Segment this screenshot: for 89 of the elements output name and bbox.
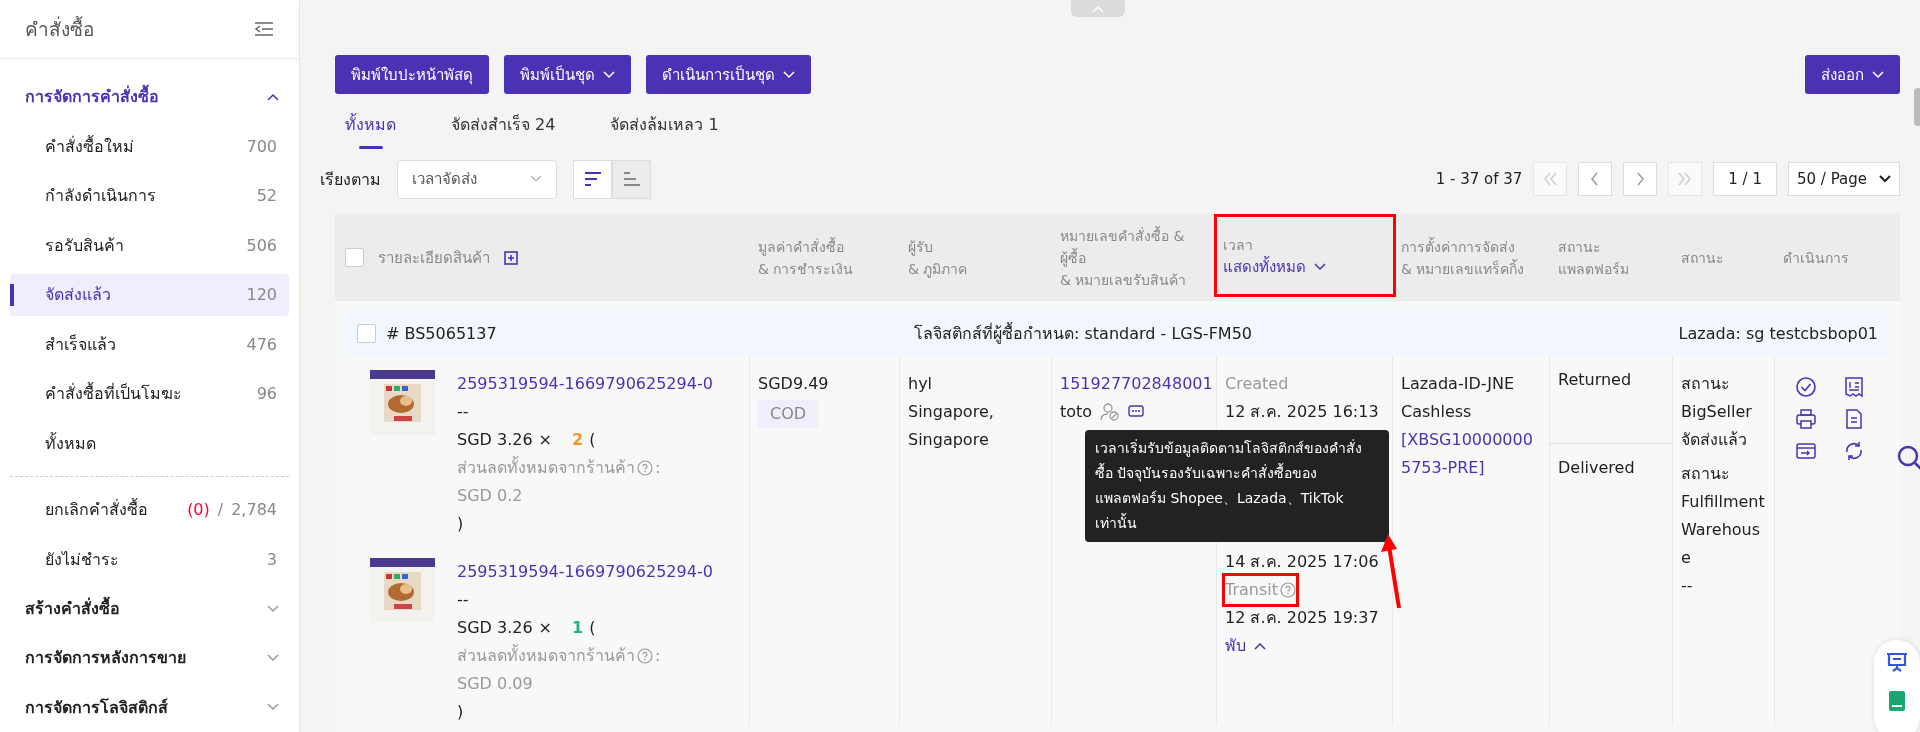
multiply-sign: × — [538, 429, 552, 451]
event-time: 12 ส.ค. 2025 16:13 — [1225, 401, 1380, 423]
sidebar-item[interactable]: จัดส่งแล้ว 120 — [10, 274, 289, 316]
toolbar-button[interactable]: ดำเนินการเป็นชุด — [646, 55, 811, 94]
item-count: 96 — [256, 384, 277, 404]
tooltip: เวลาเริ่มรับข้อมูลติดตามโลจิสติกส์ของคำสั่งซื้อ ปัจจุบันรองรับเฉพาะคำสั่งซื้อของแพลตฟอร์ม Shopee、Lazada、TikTok เท่านั้น — [1085, 430, 1389, 542]
status-value: -- — [1681, 575, 1694, 597]
menu-group[interactable]: การจัดการหลังการขาย — [0, 633, 299, 683]
event-label: Transit — [1225, 576, 1296, 604]
sidebar-item[interactable]: สำเร็จแล้ว 476 — [10, 323, 289, 365]
multiply-sign: × — [538, 617, 552, 639]
platform-status: Delivered — [1557, 457, 1636, 479]
sku-link[interactable]: 2595319594-1669790625294-0 — [457, 558, 713, 586]
column-header: หมายเลขคำสั่งซื้อ & ผู้ซื้อ & หมายเลขรับสินค้า — [1059, 225, 1188, 290]
sort-label: เรียงตาม — [320, 168, 381, 191]
status-value: จัดส่งแล้ว — [1681, 429, 1748, 451]
sidebar-item[interactable]: คำสั่งซื้อที่เป็นโมฆะ 96 — [10, 373, 289, 415]
page-range: 1 - 37 of 37 — [1435, 170, 1523, 188]
order-value: SGD9.49 — [758, 373, 830, 395]
tab[interactable]: ทั้งหมด — [345, 106, 396, 149]
bracket: ( — [589, 617, 596, 639]
item-count: 120 — [246, 285, 277, 305]
export-button[interactable]: ส่งออก — [1805, 55, 1900, 94]
sidebar-title: คำสั่งซื้อ — [25, 15, 94, 43]
collapse-link[interactable]: พับ — [1225, 632, 1384, 660]
column-header: การตั้งค่าการจัดส่ง & หมายเลขแทร็คกิ้ง — [1400, 236, 1526, 279]
buyer-name: toto — [1060, 401, 1093, 423]
sidebar-item[interactable]: รอรับสินค้า 506 — [10, 224, 289, 267]
status-label: สถานะ Fulfillment Warehouse — [1681, 463, 1766, 569]
colon: : — [655, 457, 661, 479]
sidebar-item[interactable]: ยกเลิกคำสั่งซื้อ (0) / 2,784 — [10, 488, 289, 531]
store-name: Lazada: sg testcbsbop01 — [1678, 324, 1878, 343]
filter-dropdown[interactable]: แสดงทั้งหมด — [1223, 255, 1393, 278]
sidebar-item[interactable]: คำสั่งซื้อใหม่ 700 — [10, 125, 289, 168]
unit-price: SGD 3.26 — [457, 429, 533, 451]
discount-label: ส่วนลดทั้งหมดจากร้านค้า — [457, 643, 635, 667]
item-count: 506 — [246, 235, 277, 255]
toolbar-button[interactable]: พิมพ์ใบปะหน้าพัสดุ — [335, 55, 489, 94]
event-time: 14 ส.ค. 2025 17:06 — [1225, 551, 1380, 573]
carrier-name: Lazada-ID-JNE Cashless — [1401, 373, 1516, 423]
menu-group[interactable]: การจัดการโลจิสติกส์ — [0, 682, 299, 732]
column-header: มูลค่าคำสั่งซื้อ & การชำระเงิน — [757, 236, 855, 279]
tab[interactable]: จัดส่งล้มเหลว 1 — [610, 106, 719, 149]
column-header: รายละเอียดสินค้า — [378, 247, 490, 269]
variant-text: -- — [457, 589, 470, 611]
payment-tag: COD — [758, 400, 819, 428]
item-count: 476 — [246, 334, 277, 354]
quantity: 2 — [572, 429, 584, 451]
discount-label: ส่วนลดทั้งหมดจากร้านค้า — [457, 455, 635, 479]
item-count: 2,784 — [231, 500, 277, 520]
bracket: ) — [457, 701, 465, 723]
discount-amount: SGD 0.09 — [457, 673, 534, 695]
menu-group[interactable]: สร้างคำสั่งซื้อ — [0, 583, 299, 634]
separator: / — [217, 500, 224, 520]
alert-count: (0) — [187, 500, 210, 520]
column-header: สถานะ — [1680, 248, 1725, 268]
item-count: 700 — [246, 136, 277, 156]
page-field[interactable]: 1 / 1 — [1713, 162, 1777, 196]
tab[interactable]: จัดส่งสำเร็จ 24 — [451, 106, 556, 149]
discount-amount: SGD 0.2 — [457, 485, 524, 507]
platform-status: Returned — [1550, 356, 1672, 444]
column-header: เวลา — [1223, 235, 1254, 255]
sidebar-item[interactable]: ยังไม่ชำระ 3 — [10, 538, 289, 580]
variant-text: -- — [457, 401, 470, 423]
sidebar-item[interactable]: ทั้งหมด — [10, 422, 289, 464]
sidebar-item[interactable]: กำลังดำเนินการ 52 — [10, 175, 289, 217]
bracket: ( — [589, 429, 596, 451]
quantity: 1 — [572, 617, 584, 639]
column-header: ผู้รับ & ภูมิภาค — [907, 237, 969, 280]
column-header: สถานะ แพลตฟอร์ม — [1557, 237, 1630, 279]
toolbar-button[interactable]: พิมพ์เป็นชุด — [504, 55, 631, 94]
order-number: # BS5065137 — [386, 324, 497, 343]
unit-price: SGD 3.26 — [457, 617, 533, 639]
recipient-name: hyl — [908, 373, 934, 395]
tracking-number[interactable]: [XBSG100000005753-PRE] — [1401, 426, 1541, 482]
event-time: 12 ส.ค. 2025 19:37 — [1225, 607, 1380, 629]
column-header: ดำเนินการ — [1782, 248, 1850, 268]
logistics-note: โลจิสติกส์ที่ผู้ซื้อกำหนด: standard - LGS-FM50 — [914, 321, 1253, 346]
colon: : — [655, 645, 661, 667]
bracket: ) — [457, 513, 465, 535]
status-label: สถานะ BigSeller — [1681, 373, 1753, 423]
menu-group[interactable]: การจัดการคำสั่งซื้อ — [0, 72, 299, 122]
event-label: Created — [1225, 373, 1289, 395]
sort-select[interactable]: เวลาจัดส่ง — [397, 159, 557, 199]
page-size-select[interactable]: 50 / Page — [1788, 162, 1900, 196]
item-count: 3 — [266, 549, 277, 569]
item-count: 52 — [256, 186, 277, 206]
region-text: Singapore, Singapore — [908, 401, 995, 451]
sku-link[interactable]: 2595319594-1669790625294-0 — [457, 370, 713, 398]
